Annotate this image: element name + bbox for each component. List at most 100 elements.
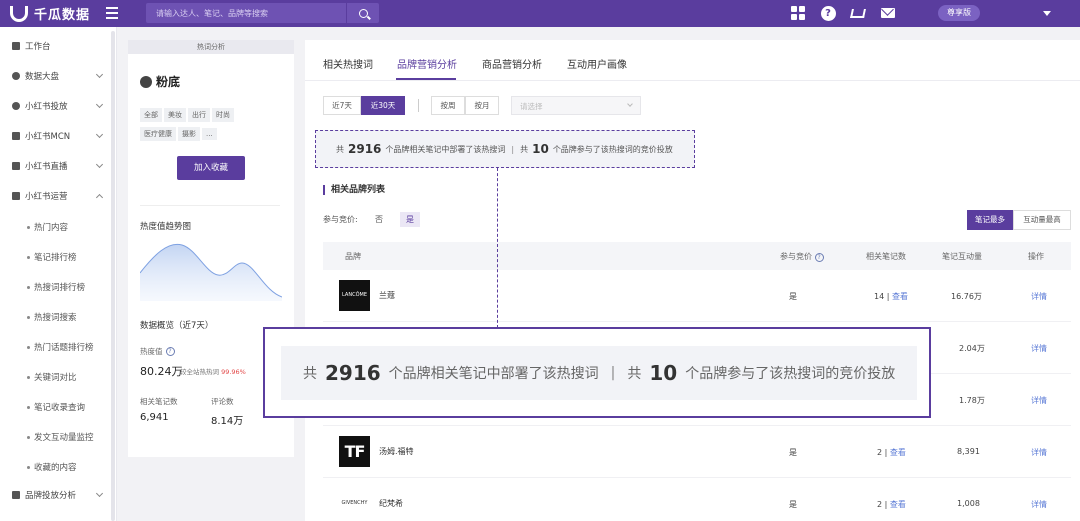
sidebar-item-xhs-placement[interactable]: 小红书投放 <box>0 96 110 116</box>
briefcase-icon <box>12 192 20 200</box>
heat-trend-chart <box>140 243 282 301</box>
sidebar-item-data-overview[interactable]: 数据大盘 <box>0 66 110 86</box>
brand-logo: GIVENCHY <box>339 488 370 519</box>
bid-filter-label: 参与竞价: <box>323 215 358 224</box>
question-icon[interactable]: ? <box>165 347 175 356</box>
sidebar-subitem[interactable]: 笔记排行榜 <box>0 247 110 267</box>
filter-by-month[interactable]: 按月 <box>465 96 499 115</box>
filter-30-days[interactable]: 近30天 <box>361 96 405 115</box>
zoom-callout: 共 2916 个品牌相关笔记中部署了该热搜词 | 共 10 个品牌参与了该热搜词… <box>263 327 931 418</box>
sidebar-item-xhs-live[interactable]: 小红书直播 <box>0 156 110 176</box>
chevron-down-icon <box>95 70 104 79</box>
interaction-value: 1.78万 <box>959 396 985 405</box>
interaction-value: 1,008 <box>957 499 980 508</box>
bid-filter-yes[interactable]: 是 <box>400 212 420 227</box>
category-tag[interactable]: 全部 <box>140 108 162 122</box>
search-button[interactable] <box>346 3 379 23</box>
logo-icon <box>10 5 28 22</box>
detail-link[interactable]: 详情 <box>1031 343 1047 354</box>
shield-icon <box>12 102 20 110</box>
category-tag[interactable]: 美妆 <box>164 108 186 122</box>
category-tag[interactable]: 医疗健康 <box>140 127 176 141</box>
tab-brand-marketing[interactable]: 品牌营销分析 <box>397 56 457 71</box>
top-bar: 千瓜数据 ? 尊享版 <box>0 0 1080 27</box>
divider <box>140 205 280 206</box>
bid-filter-no[interactable]: 否 <box>369 212 389 227</box>
brand-name: 兰蔻 <box>379 291 395 300</box>
dashboard-icon <box>12 42 20 50</box>
chevron-down-icon <box>627 101 633 107</box>
heat-value: 80.24万 <box>140 365 183 378</box>
overview-title: 数据概览（近7天） <box>140 321 214 331</box>
view-link[interactable]: 查看 <box>892 292 908 301</box>
view-link[interactable]: 查看 <box>890 500 906 509</box>
app-logo[interactable]: 千瓜数据 <box>10 4 90 23</box>
sidebar-item-brand-analysis[interactable]: 品牌投放分析 <box>0 485 110 505</box>
brand-list-title: 相关品牌列表 <box>323 185 385 195</box>
sidebar-scrollbar[interactable] <box>111 31 115 521</box>
version-badge[interactable]: 尊享版 <box>938 5 980 21</box>
detail-link[interactable]: 详情 <box>1031 499 1047 510</box>
tab-product-marketing[interactable]: 商品营销分析 <box>482 56 542 71</box>
bid-value: 是 <box>789 448 797 457</box>
bar-chart-icon <box>12 491 20 499</box>
category-tag[interactable]: 摄影 <box>178 127 200 141</box>
sidebar-subitem[interactable]: 热搜词搜索 <box>0 307 110 327</box>
category-tag[interactable]: 出行 <box>188 108 210 122</box>
brand-name: 纪梵希 <box>379 499 403 508</box>
sidebar-item-xhs-mcn[interactable]: 小红书MCN <box>0 126 110 146</box>
brand-summary: 共 2916 个品牌相关笔记中部署了该热搜词 | 共 10 个品牌参与了该热搜词… <box>315 130 695 168</box>
user-menu-chevron-icon[interactable] <box>1043 11 1051 16</box>
notes-cell: 2 | 查看 <box>877 448 906 457</box>
brand-logo: TF <box>339 436 370 467</box>
sort-most-notes[interactable]: 笔记最多 <box>967 210 1013 230</box>
sidebar-item-xhs-operation[interactable]: 小红书运营 <box>0 186 110 206</box>
detail-link[interactable]: 详情 <box>1031 395 1047 406</box>
menu-toggle-icon[interactable] <box>106 7 118 19</box>
detail-link[interactable]: 详情 <box>1031 291 1047 302</box>
zoom-brand-count: 2916 <box>325 361 381 385</box>
sidebar-subitem[interactable]: 热门话题排行榜 <box>0 337 110 357</box>
sidebar-subitem[interactable]: 发文互动量监控 <box>0 427 110 447</box>
tab-user-profile[interactable]: 互动用户画像 <box>567 56 627 71</box>
filter-by-week[interactable]: 按周 <box>431 96 465 115</box>
heat-compare: 较全站热热词 99.96% <box>180 368 246 376</box>
category-tag-more[interactable]: ... <box>202 128 217 140</box>
sidebar-subitem[interactable]: 笔记收录查询 <box>0 397 110 417</box>
category-tag[interactable]: 时尚 <box>212 108 234 122</box>
view-link[interactable]: 查看 <box>890 448 906 457</box>
category-tags: 全部 美妆 出行 时尚 医疗健康 摄影... <box>140 108 290 146</box>
add-favorite-button[interactable]: 加入收藏 <box>177 156 245 180</box>
filter-7-days[interactable]: 近7天 <box>323 96 361 115</box>
sidebar-subitem[interactable]: 热门内容 <box>0 217 110 237</box>
chevron-down-icon <box>95 130 104 139</box>
zoom-bid-count: 10 <box>649 361 678 385</box>
sort-most-interactions[interactable]: 互动量最高 <box>1013 210 1071 230</box>
col-brand: 品牌 <box>345 252 361 261</box>
question-icon[interactable]: ? <box>814 253 824 262</box>
brand-count: 2916 <box>348 142 382 156</box>
panel-header: 热词分析 <box>128 40 294 54</box>
mail-icon[interactable] <box>880 5 896 21</box>
comments-value: 8.14万 <box>211 416 244 427</box>
table-row: TF 汤姆.福特 是 2 | 查看 8,391 详情 <box>323 426 1071 478</box>
col-bid: 参与竞价 ? <box>780 251 824 262</box>
flame-icon <box>140 75 152 88</box>
help-icon[interactable]: ? <box>820 5 836 21</box>
search-icon <box>358 8 368 18</box>
sidebar-subitem[interactable]: 收藏的内容 <box>0 457 110 477</box>
brand-name: 汤姆.福特 <box>379 447 414 456</box>
search-input[interactable] <box>146 3 346 23</box>
apps-grid-icon[interactable] <box>790 5 806 21</box>
detail-link[interactable]: 详情 <box>1031 447 1047 458</box>
sidebar-item-workbench[interactable]: 工作台 <box>0 36 110 56</box>
cart-icon[interactable] <box>850 5 866 21</box>
video-icon <box>12 162 20 170</box>
tab-related-hot-words[interactable]: 相关热搜词 <box>323 56 373 71</box>
period-select[interactable]: 请选择 <box>511 96 641 115</box>
interaction-value: 2.04万 <box>959 344 985 353</box>
sidebar: 工作台 数据大盘 小红书投放 小红书MCN 小红书直播 小红书运营 热门内容 笔… <box>0 27 117 521</box>
sidebar-subitem[interactable]: 关键词对比 <box>0 367 110 387</box>
chevron-down-icon <box>95 160 104 169</box>
sidebar-subitem[interactable]: 热搜词排行榜 <box>0 277 110 297</box>
